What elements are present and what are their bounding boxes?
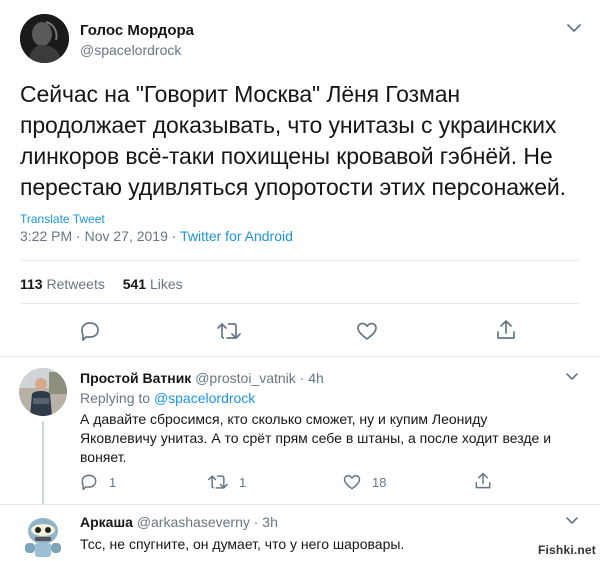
reply-header: Аркаша @arkashaseverny · 3h xyxy=(80,514,278,530)
tweet-text-line: перестаю удивляться упоротости этих перс… xyxy=(20,174,566,200)
replying-to-link[interactable]: @spacelordrock xyxy=(154,390,255,406)
likes-label[interactable]: Likes xyxy=(150,276,183,292)
tweet-text-line: линкоров всё-таки похищены кровавой гэбн… xyxy=(20,143,553,169)
share-button[interactable] xyxy=(494,318,518,342)
reply-header: Простой Ватник @prostoi_vatnik · 4h xyxy=(80,370,324,386)
thread-line xyxy=(42,421,44,505)
reply-text-line: А давайте сбросимся, кто сколько сможет,… xyxy=(80,411,488,427)
tweet-meta: 3:22 PM · Nov 27, 2019 · Twitter for And… xyxy=(20,228,293,244)
tweet-text-line: Сейчас на "Говорит Москва" Лёня Гозман xyxy=(20,81,460,107)
main-tweet: Голос Мордора @spacelordrock Сейчас на "… xyxy=(0,0,600,357)
retweet-count: 1 xyxy=(239,474,247,490)
reply-author-handle[interactable]: @prostoi_vatnik · 4h xyxy=(195,370,324,386)
divider xyxy=(20,303,580,304)
reply-author-name[interactable]: Простой Ватник xyxy=(80,370,191,386)
tweet-timestamp[interactable]: 3:22 PM · Nov 27, 2019 · xyxy=(20,228,180,244)
retweet-button[interactable]: 1 xyxy=(207,472,246,492)
like-count: 18 xyxy=(372,474,387,490)
reply-text: Тсс, не спугните, он думает, что у него … xyxy=(80,536,405,552)
reply-icon xyxy=(81,474,97,491)
likes-count[interactable]: 541 xyxy=(123,276,146,292)
reply-button[interactable] xyxy=(78,319,102,343)
tweet-stats: 113 Retweets 541 Likes xyxy=(20,276,183,292)
replying-to: Replying to @spacelordrock xyxy=(80,390,255,406)
share-icon xyxy=(475,472,491,489)
reply-author-name[interactable]: Аркаша xyxy=(80,514,133,530)
share-icon xyxy=(497,320,515,339)
retweet-icon xyxy=(217,323,241,339)
heart-icon xyxy=(357,322,377,340)
author-avatar[interactable] xyxy=(20,14,69,63)
tweet-text: Сейчас на "Говорит Москва" Лёня Гозман п… xyxy=(20,79,595,203)
tweet-text-line: продолжает доказывать, что унитазы с укр… xyxy=(20,112,557,138)
chevron-down-icon[interactable] xyxy=(562,18,586,38)
tweet-thread-page: Голос Мордора @spacelordrock Сейчас на "… xyxy=(0,0,600,561)
heart-icon xyxy=(343,475,361,490)
replying-to-label: Replying to xyxy=(80,390,154,406)
author-handle[interactable]: @spacelordrock xyxy=(80,42,181,58)
share-button[interactable] xyxy=(473,471,493,491)
retweet-icon xyxy=(208,475,228,489)
reply-count: 1 xyxy=(109,474,117,490)
reply-icon xyxy=(81,322,99,341)
chevron-down-icon[interactable] xyxy=(562,369,582,385)
tweet-source-link[interactable]: Twitter for Android xyxy=(180,228,293,244)
reply-text-line: воняет. xyxy=(80,449,127,465)
retweet-button[interactable] xyxy=(216,319,242,343)
reply-text: А давайте сбросимся, кто сколько сможет,… xyxy=(80,410,590,467)
reply-button[interactable]: 1 xyxy=(79,472,116,492)
reply-tweet[interactable]: Простой Ватник @prostoi_vatnik · 4h Repl… xyxy=(0,357,600,505)
reply-tweet[interactable]: Аркаша @arkashaseverny · 3h Тсс, не спуг… xyxy=(0,505,600,561)
reply-author-avatar[interactable] xyxy=(19,368,67,416)
retweets-count[interactable]: 113 xyxy=(20,276,43,292)
watermark: Fishki.net xyxy=(537,543,596,557)
retweets-label[interactable]: Retweets xyxy=(46,276,104,292)
reply-author-handle[interactable]: @arkashaseverny · 3h xyxy=(137,514,278,530)
author-name[interactable]: Голос Мордора xyxy=(80,22,194,39)
divider xyxy=(20,260,580,261)
reply-text-line: Яковлевичу унитаз. А то срёт прям себе в… xyxy=(80,430,552,446)
like-button[interactable] xyxy=(355,319,379,343)
reply-author-avatar[interactable] xyxy=(19,511,67,559)
translate-tweet-link[interactable]: Translate Tweet xyxy=(20,212,105,226)
chevron-down-icon[interactable] xyxy=(562,513,582,529)
like-button[interactable]: 18 xyxy=(342,472,386,492)
